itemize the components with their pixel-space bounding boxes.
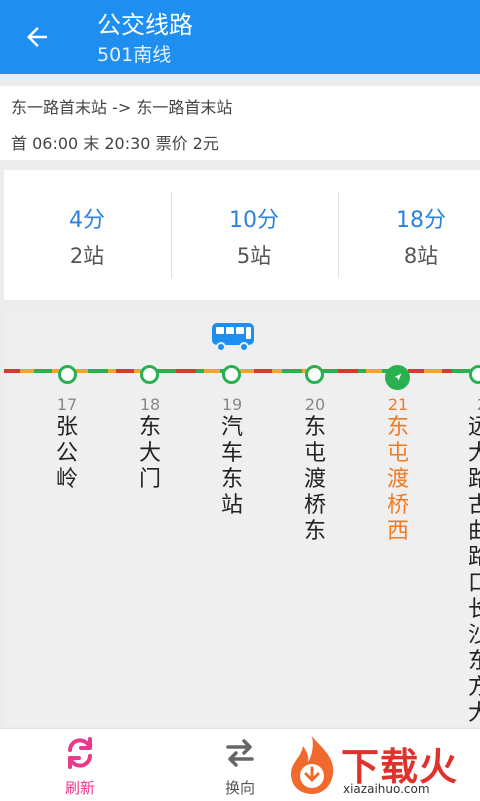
watermark-logo: 下载火 xiazaihuo.com bbox=[285, 734, 480, 800]
station-name[interactable]: 远大路古曲路口长沙东方大医院 bbox=[466, 415, 480, 779]
flame-logo-icon bbox=[291, 736, 334, 794]
station-name[interactable]: 张公岭 bbox=[54, 415, 80, 493]
station-number: 18 bbox=[139, 395, 161, 414]
eta-minutes: 18分 bbox=[396, 208, 446, 233]
route-info-card: 东一路首末站 -> 东一路首末站 首 06:00 末 20:30 票价 2元 bbox=[0, 86, 480, 160]
route-name: 501南线 bbox=[97, 44, 172, 66]
station-dot[interactable] bbox=[305, 365, 324, 384]
eta-item[interactable]: 10分 5站 bbox=[171, 170, 337, 300]
station-dot[interactable] bbox=[469, 365, 480, 384]
refresh-button[interactable]: 刷新 bbox=[45, 735, 115, 797]
refresh-icon bbox=[68, 737, 92, 769]
station-number: 2 bbox=[467, 395, 480, 414]
service-hours-fare: 首 06:00 末 20:30 票价 2元 bbox=[11, 134, 219, 153]
current-station-name[interactable]: 东屯渡桥西 bbox=[385, 415, 411, 545]
eta-minutes: 4分 bbox=[69, 208, 105, 233]
eta-stops-away: 5站 bbox=[236, 244, 272, 268]
station-number: 17 bbox=[56, 395, 78, 414]
current-station-number: 21 bbox=[387, 395, 409, 414]
eta-stops-away: 8站 bbox=[403, 244, 439, 268]
app-bar: 公交线路 501南线 bbox=[0, 0, 480, 74]
refresh-label: 刷新 bbox=[64, 779, 95, 797]
station-dot[interactable] bbox=[58, 365, 77, 384]
swap-direction-icon bbox=[226, 739, 254, 767]
station-name[interactable]: 东大门 bbox=[137, 415, 163, 493]
station-name[interactable]: 东屯渡桥东 bbox=[302, 415, 328, 545]
station-dot[interactable] bbox=[140, 365, 159, 384]
station-dot[interactable] bbox=[222, 365, 241, 384]
swap-direction-button[interactable]: 换向 bbox=[208, 735, 272, 797]
station-number: 20 bbox=[304, 395, 326, 414]
location-arrow-icon bbox=[394, 373, 402, 381]
eta-item[interactable]: 4分 2站 bbox=[4, 170, 170, 300]
station-name[interactable]: 汽车东站 bbox=[219, 415, 245, 519]
route-map[interactable]: 17 张公岭 18 东大门 19 汽车东站 20 东屯渡桥东 21 东屯渡桥西 … bbox=[4, 312, 480, 778]
eta-stops-away: 2站 bbox=[69, 244, 105, 268]
back-arrow-icon[interactable] bbox=[22, 22, 52, 52]
watermark-url: xiazaihuo.com bbox=[343, 782, 430, 796]
route-direction: 东一路首末站 -> 东一路首末站 bbox=[11, 98, 233, 117]
arrival-eta-card: 4分 2站 10分 5站 18分 8站 bbox=[4, 170, 480, 300]
eta-item[interactable]: 18分 8站 bbox=[338, 170, 480, 300]
station-number: 19 bbox=[221, 395, 243, 414]
bus-icon bbox=[212, 323, 254, 352]
swap-direction-label: 换向 bbox=[224, 779, 255, 797]
current-station-dot[interactable] bbox=[385, 365, 410, 390]
eta-minutes: 10分 bbox=[229, 208, 279, 233]
page-title: 公交线路 bbox=[97, 11, 193, 39]
